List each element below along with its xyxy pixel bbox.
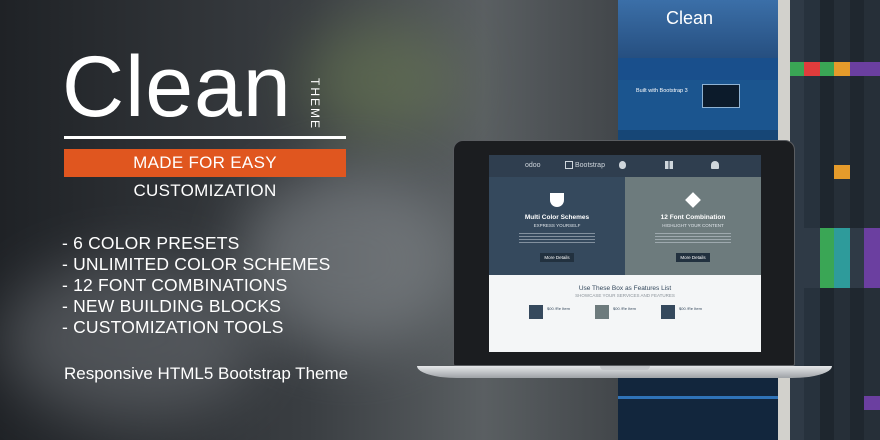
feature-item: - NEW BUILDING BLOCKS: [62, 296, 282, 316]
bootstrap-icon: [565, 161, 573, 169]
features-section-title: Use These Box as Features List: [578, 285, 672, 292]
tagline-banner: MADE FOR EASY CUSTOMIZATION: [64, 149, 346, 200]
feature-box-label: $00 /Re Item: [547, 306, 570, 311]
laptop-notch: [600, 366, 650, 370]
preview-strip-dark: [820, 0, 834, 440]
panel-body-text: [519, 233, 595, 245]
feature-box-label: $00 /Re Item: [613, 306, 636, 311]
preview-block-title: Built with Bootstrap 3: [636, 88, 688, 94]
apple-icon: [619, 161, 626, 169]
feature-box: $00 /Re Item: [595, 305, 665, 325]
feature-list: - 6 COLOR PRESETS - UNLIMITED COLOR SCHE…: [62, 233, 331, 338]
panel-title: Multi Color Schemes: [524, 214, 590, 221]
feature-box: $00 /Re Item: [661, 305, 731, 325]
tag-icon: [529, 305, 543, 319]
panel-subtitle: EXPRESS YOURSELF: [533, 223, 581, 228]
shield-icon: [550, 193, 564, 207]
preview-strip-teal: [850, 0, 864, 440]
screen-navbar: odoo Bootstrap: [489, 155, 761, 177]
preview-logo: Clean: [666, 8, 714, 28]
preview-monitor: [702, 84, 740, 108]
preview-strip-orange: [834, 0, 850, 440]
laptop-screen: odoo Bootstrap Multi Color Schemes EXPRE…: [489, 155, 761, 352]
flag-icon: [661, 305, 675, 319]
logo-word: Clean: [62, 39, 292, 135]
feature-item: - CUSTOMIZATION TOOLS: [62, 317, 284, 337]
logo-theme-suffix: THEME: [308, 78, 322, 130]
android-icon: [711, 161, 719, 169]
screen-panel-colors: Multi Color Schemes EXPRESS YOURSELF Mor…: [489, 177, 625, 275]
logo-underline: [64, 136, 346, 139]
bootstrap-label: Bootstrap: [575, 162, 605, 169]
cloud-icon: [595, 305, 609, 319]
feature-item: - UNLIMITED COLOR SCHEMES: [62, 254, 331, 274]
feature-item: - 12 FONT COMBINATIONS: [62, 275, 288, 295]
panel-subtitle: HIGHLIGHT YOUR CONTENT: [662, 223, 724, 228]
panel-title: 12 Font Combination: [660, 214, 726, 221]
odoo-logo: odoo: [525, 162, 541, 169]
product-subtitle: Responsive HTML5 Bootstrap Theme: [64, 364, 349, 383]
feature-item: - 6 COLOR PRESETS: [62, 233, 240, 253]
preview-hero: Clean: [618, 0, 778, 58]
preview-strip-purple: [864, 0, 880, 440]
more-details-button[interactable]: More Details: [540, 253, 574, 262]
screen-panel-fonts: 12 Font Combination HIGHLIGHT YOUR CONTE…: [625, 177, 761, 275]
features-section-subtitle: SHOWCASE YOUR SERVICES AND FEATURES: [575, 293, 675, 298]
windows-icon: [665, 161, 673, 169]
panel-body-text: [655, 233, 731, 245]
more-details-button[interactable]: More Details: [676, 253, 710, 262]
cube-icon: [685, 192, 701, 208]
feature-box-label: $00 /Re Item: [679, 306, 702, 311]
feature-box: $00 /Re Item: [529, 305, 599, 325]
